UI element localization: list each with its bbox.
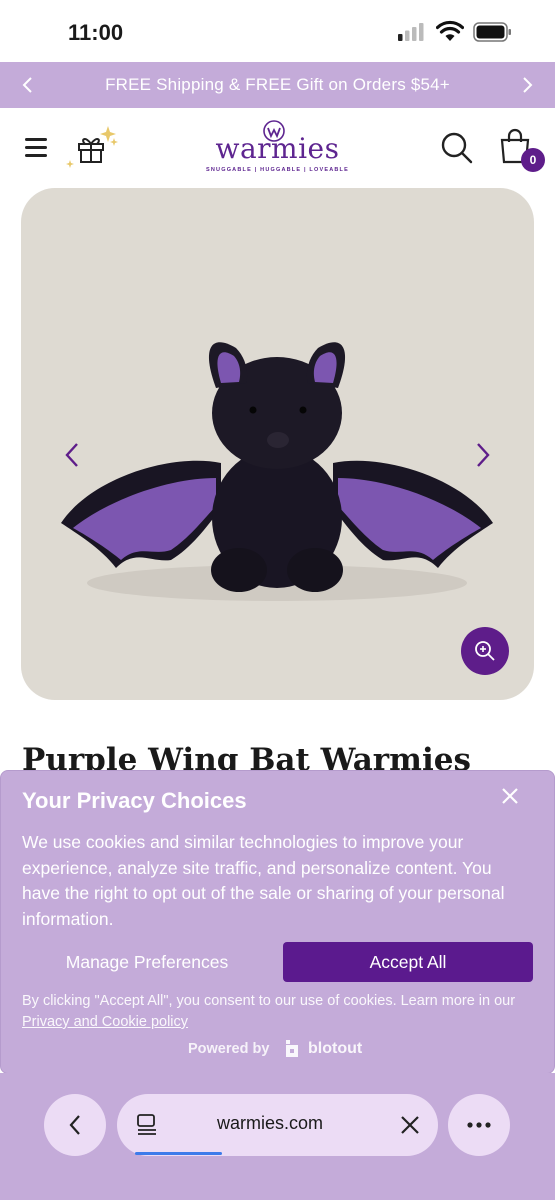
accept-all-button[interactable]: Accept All xyxy=(283,942,533,982)
blotout-logo-icon xyxy=(286,1040,298,1057)
browser-more-button[interactable] xyxy=(448,1094,510,1156)
gallery-next-button[interactable] xyxy=(468,435,498,475)
manage-preferences-button[interactable]: Manage Preferences xyxy=(22,942,272,982)
close-icon[interactable] xyxy=(496,782,524,810)
product-image-gallery[interactable] xyxy=(21,188,534,700)
privacy-policy-link[interactable]: Privacy and Cookie policy xyxy=(22,1014,188,1030)
privacy-body: We use cookies and similar technologies … xyxy=(22,832,505,929)
promo-text: FREE Shipping & FREE Gift on Orders $54+ xyxy=(105,75,450,94)
product-image xyxy=(61,342,493,601)
vendor-name: blotout xyxy=(308,1040,363,1057)
gallery-prev-button[interactable] xyxy=(57,435,87,475)
chevron-left-icon xyxy=(69,1115,80,1135)
privacy-consent-note: By clicking "Accept All", you consent to… xyxy=(22,991,537,1033)
cart-count-badge: 0 xyxy=(521,148,545,172)
powered-by-label: Powered by xyxy=(188,1041,270,1057)
zoom-in-icon xyxy=(475,641,495,661)
battery-icon xyxy=(473,22,511,42)
cellular-signal-icon xyxy=(398,23,424,41)
menu-button[interactable] xyxy=(20,134,54,162)
browser-back-button[interactable] xyxy=(44,1094,106,1156)
address-bar-url: warmies.com xyxy=(217,1113,324,1133)
promo-banner: FREE Shipping & FREE Gift on Orders $54+ xyxy=(0,62,555,108)
close-icon[interactable] xyxy=(399,1114,421,1136)
site-logo[interactable]: warmies xyxy=(190,132,365,165)
wifi-icon xyxy=(436,20,464,41)
chevron-right-icon xyxy=(477,443,490,467)
hamburger-icon xyxy=(25,138,47,141)
chevron-right-icon xyxy=(523,77,533,93)
page-load-progress xyxy=(135,1152,222,1155)
gift-icon[interactable] xyxy=(62,124,120,174)
promo-prev-button[interactable] xyxy=(8,62,48,108)
promo-next-button[interactable] xyxy=(507,62,547,108)
more-icon xyxy=(467,1122,491,1128)
search-icon[interactable] xyxy=(440,131,474,165)
chevron-left-icon xyxy=(22,77,32,93)
chevron-left-icon xyxy=(65,443,78,467)
zoom-button[interactable] xyxy=(461,627,509,675)
tabs-icon[interactable] xyxy=(136,1113,158,1137)
status-time: 11:00 xyxy=(68,20,124,45)
logo-tagline: SNUGGABLE | HUGGABLE | LOVEABLE xyxy=(206,167,349,173)
privacy-title: Your Privacy Choices xyxy=(22,788,247,813)
privacy-note-text: By clicking "Accept All", you consent to… xyxy=(22,993,516,1009)
